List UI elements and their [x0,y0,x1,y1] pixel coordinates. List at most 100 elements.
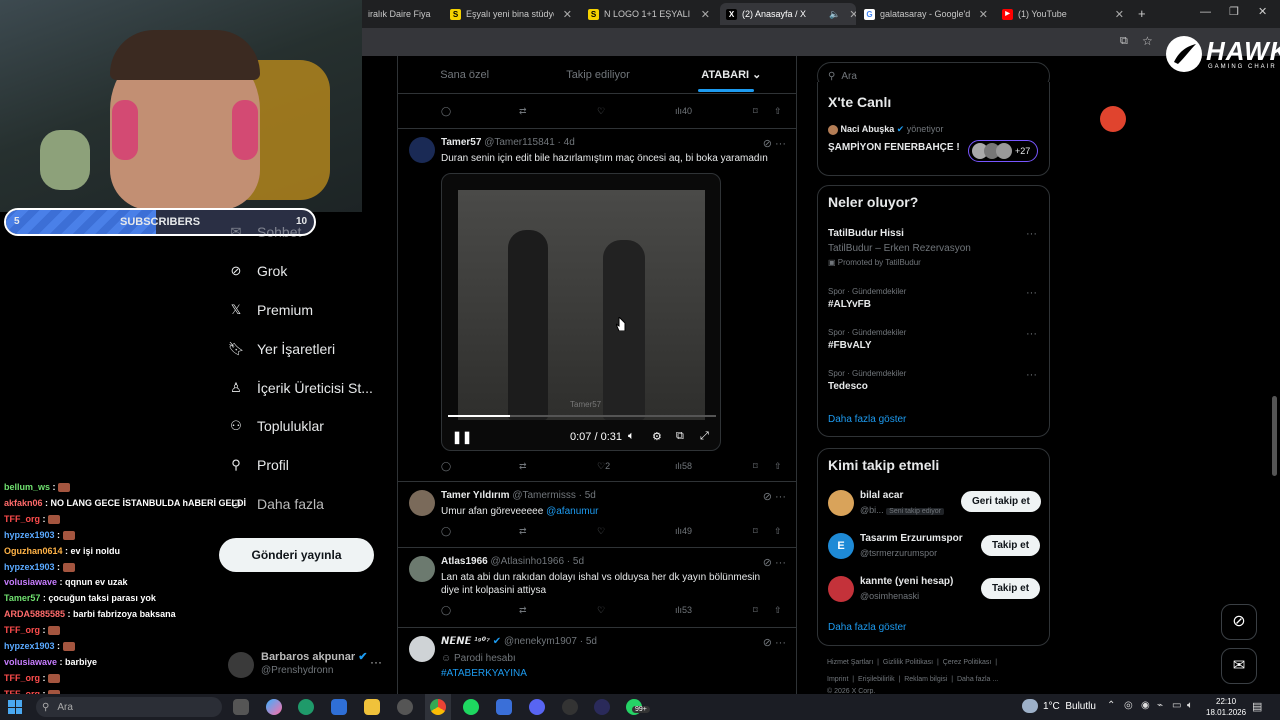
chat-username[interactable]: TFF_org [4,673,40,683]
follow-back-button[interactable]: Geri takip et [961,491,1041,512]
views-count[interactable]: ılı 53 [675,605,692,615]
tweet[interactable]: Tamer Yıldırım @Tamermisss · 5d ⊘ ··· Um… [398,482,796,548]
bookmark-icon[interactable]: ⌑ [753,605,758,616]
tweet[interactable]: Atlas1966 @Atlasinho1966 · 5d ⊘ ··· Lan … [398,548,796,628]
like-icon[interactable]: ♡ [597,106,605,117]
tweet-avatar[interactable] [409,636,435,662]
pip-icon[interactable]: ⧉ [676,430,684,443]
nav-item-bookmarks[interactable]: 🔖︎ Yer İşaretleri [228,341,335,357]
obs-icon[interactable] [562,699,578,715]
footer-link[interactable]: Daha fazla ... [957,676,998,683]
follow-show-more[interactable]: Daha fazla göster [828,622,906,633]
chat-username[interactable]: volusiawave [4,657,57,667]
tweet-more-icon[interactable]: ⊘ ··· [763,137,786,150]
close-icon[interactable]: ✕ [979,8,988,21]
grok-floating-button[interactable]: ⊘ [1221,604,1257,640]
like-icon[interactable]: ♡ [597,526,605,537]
browser-tab[interactable]: Ggalatasaray - Google'da A ✕ [858,3,994,25]
mention-link[interactable]: @afanumur [546,506,598,517]
share-icon[interactable]: ⇧ [774,461,782,472]
chat-username[interactable]: hypzex1903 [4,530,55,540]
post-button[interactable]: Gönderi yayınla [219,538,374,572]
tweet-avatar[interactable] [409,137,435,163]
live-host[interactable]: Naci Abuşka ✔ yönetiyor [828,124,943,135]
restore-button[interactable]: ❐ [1229,5,1239,18]
usb-icon[interactable]: ⌁ [1157,700,1163,711]
chat-username[interactable]: hypzex1903 [4,562,55,572]
nav-item-chat[interactable]: ✉ Sohbet [228,224,302,240]
network-icon[interactable]: ▭ [1172,700,1181,711]
footer-link[interactable]: Erişilebilirlik [858,676,895,683]
footer-link[interactable]: Imprint [827,676,848,683]
chat-username[interactable]: akfakn06 [4,498,43,508]
install-icon[interactable]: ⧉ [1120,35,1128,48]
tweet-author[interactable]: Tamer57 [441,137,481,148]
trend-more-icon[interactable]: ··· [1026,369,1037,381]
tweet-author[interactable]: Atlas1966 [441,556,488,567]
spotify-icon[interactable] [463,699,479,715]
reply-icon[interactable]: ◯ [441,461,451,472]
notifications-icon[interactable]: ▤ [1252,700,1262,713]
user-avatar[interactable]: E [828,533,854,559]
user-avatar[interactable] [828,490,854,516]
footer-link[interactable]: Reklam bilgisi [904,676,947,683]
messages-floating-button[interactable]: ✉ [1221,648,1257,684]
reply-icon[interactable]: ◯ [441,526,451,537]
nav-item-premium[interactable]: 𝕏 Premium [228,302,313,318]
tab-following[interactable]: Takip ediliyor [531,69,664,81]
user-avatar[interactable] [828,576,854,602]
retweet-icon[interactable]: ⇄ [519,106,527,117]
browser-tab-active[interactable]: X (2) Anasayfa / X 🔈 ✕ [720,3,856,25]
close-icon[interactable]: ✕ [849,8,856,21]
close-window-button[interactable]: ✕ [1258,5,1267,18]
live-listeners[interactable]: +27 [968,140,1038,162]
follow-name[interactable]: bilal acar [860,490,903,501]
weather-icon[interactable] [1022,699,1038,713]
chat-username[interactable]: TFF_org [4,625,40,635]
windows-start-icon[interactable] [8,700,22,714]
fullscreen-icon[interactable]: ⤢ [700,430,709,443]
edge-icon[interactable] [298,699,314,715]
footer-link[interactable]: Gizlilik Politikası [883,659,933,666]
close-icon[interactable]: ✕ [563,8,572,21]
tray-icon[interactable]: ◎ [1124,700,1133,711]
chat-username[interactable]: volusiawave [4,577,57,587]
bookmark-icon[interactable]: ⌑ [753,526,758,537]
chat-username[interactable]: ARDA5885585 [4,609,65,619]
browser-tab[interactable]: ▶ (1) YouTube ✕ [996,3,1130,25]
views-count[interactable]: ılı 40 [675,106,692,116]
tab-for-you[interactable]: Sana özel [398,69,531,81]
app-icon[interactable] [594,699,610,715]
chat-username[interactable]: bellum_ws [4,482,50,492]
share-icon[interactable]: ⇧ [774,605,782,616]
new-tab-button[interactable]: + [1138,6,1146,21]
discord-icon[interactable] [529,699,545,715]
browser-tab[interactable]: S Eşyalı yeni bina stüdyo da ✕ [444,3,578,25]
hashtag-link[interactable]: #ATABERKYAYINA [441,667,781,680]
views-count[interactable]: ılı 58 [675,461,692,471]
volume-icon[interactable]: 🔈︎ [628,430,635,443]
live-space-name[interactable]: ŞAMPİYON FENERBAHÇE ! [828,142,960,153]
tweet-more-icon[interactable]: ⊘ ··· [763,636,786,649]
volume-icon[interactable]: 🔈︎ [1187,700,1193,711]
like-icon[interactable]: ♡ [597,605,605,616]
follow-button[interactable]: Takip et [981,535,1041,556]
bookmark-icon[interactable]: ⌑ [753,461,758,472]
file-explorer-icon[interactable] [364,699,380,715]
tweet[interactable]: 𝙉𝙀𝙉𝙀 ¹⁹⁰⁷ ✔ @nenekym1907 · 5d ⊘ ··· ☺︎ P… [398,628,796,694]
app-icon[interactable] [397,699,413,715]
taskbar-search[interactable]: ⚲ Ara [36,697,222,717]
browser-tab[interactable]: S N LOGO 1+1 EŞYALI - Kira ✕ [582,3,716,25]
views-count[interactable]: ılı 49 [675,526,692,536]
share-icon[interactable]: ⇧ [774,526,782,537]
tweet-avatar[interactable] [409,490,435,516]
bookmark-icon[interactable]: ⌑ [753,106,758,117]
trend-more-icon[interactable]: ··· [1026,287,1037,299]
tab-atabari[interactable]: ATABARI ⌄ [665,68,796,81]
bookmark-star-icon[interactable]: ☆ [1142,34,1153,48]
follow-name[interactable]: Tasarım Erzurumspor [860,533,963,544]
steam-icon[interactable] [496,699,512,715]
follow-name[interactable]: kannte (yeni hesap) [860,576,953,587]
clock[interactable]: 22:10 18.01.2026 [1206,696,1246,718]
copilot-icon[interactable] [266,699,282,715]
